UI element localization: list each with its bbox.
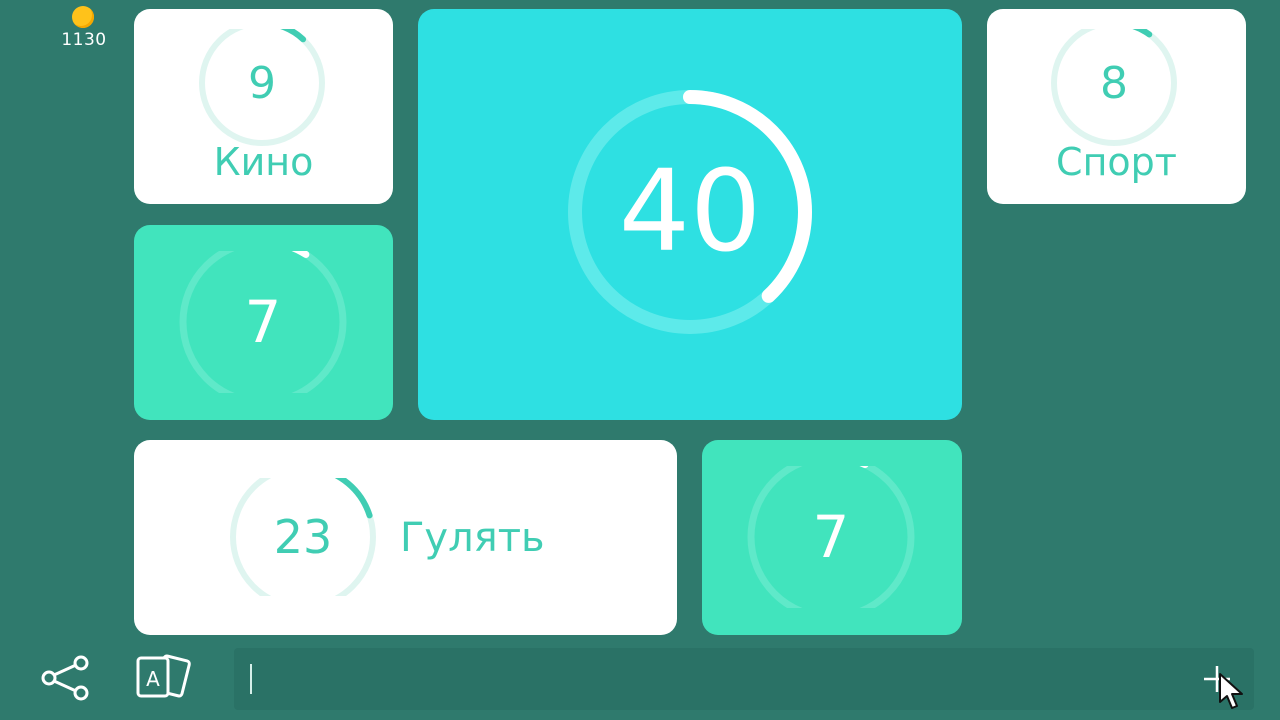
- tile-label: Спорт: [1056, 140, 1177, 184]
- tile-number: 9: [248, 57, 276, 109]
- answer-input[interactable]: [234, 648, 1174, 710]
- tile-left-mint[interactable]: 7: [134, 225, 393, 420]
- answer-bar: [234, 648, 1254, 710]
- game-screen: 1130 9 Кино 40 8 Спорт 7 23 Гулять 7 A: [0, 0, 1280, 720]
- mouse-cursor-icon: [1219, 673, 1243, 709]
- tile-label: Кино: [213, 140, 314, 184]
- tile-label: Гулять: [400, 515, 545, 561]
- tile-kino[interactable]: 9 Кино: [134, 9, 393, 204]
- tile-gulyat[interactable]: 23 Гулять: [134, 440, 677, 635]
- coin-icon: [72, 6, 94, 28]
- text-caret: [250, 664, 252, 694]
- share-button[interactable]: [40, 655, 92, 701]
- cards-icon: A: [136, 654, 191, 698]
- share-icon: [41, 655, 89, 701]
- tile-number: 7: [244, 288, 282, 356]
- tile-number: 40: [618, 147, 762, 277]
- coin-counter: 1130: [58, 4, 110, 50]
- tile-number: 8: [1100, 57, 1128, 109]
- tile-number: 7: [812, 503, 850, 571]
- tile-sport[interactable]: 8 Спорт: [987, 9, 1246, 204]
- cards-icon-letter: A: [146, 667, 160, 691]
- tile-main[interactable]: 40: [418, 9, 962, 420]
- tile-bottom-mint[interactable]: 7: [702, 440, 962, 635]
- tile-number: 23: [273, 510, 333, 564]
- coin-count: 1130: [61, 30, 107, 50]
- cards-button[interactable]: A: [130, 652, 196, 702]
